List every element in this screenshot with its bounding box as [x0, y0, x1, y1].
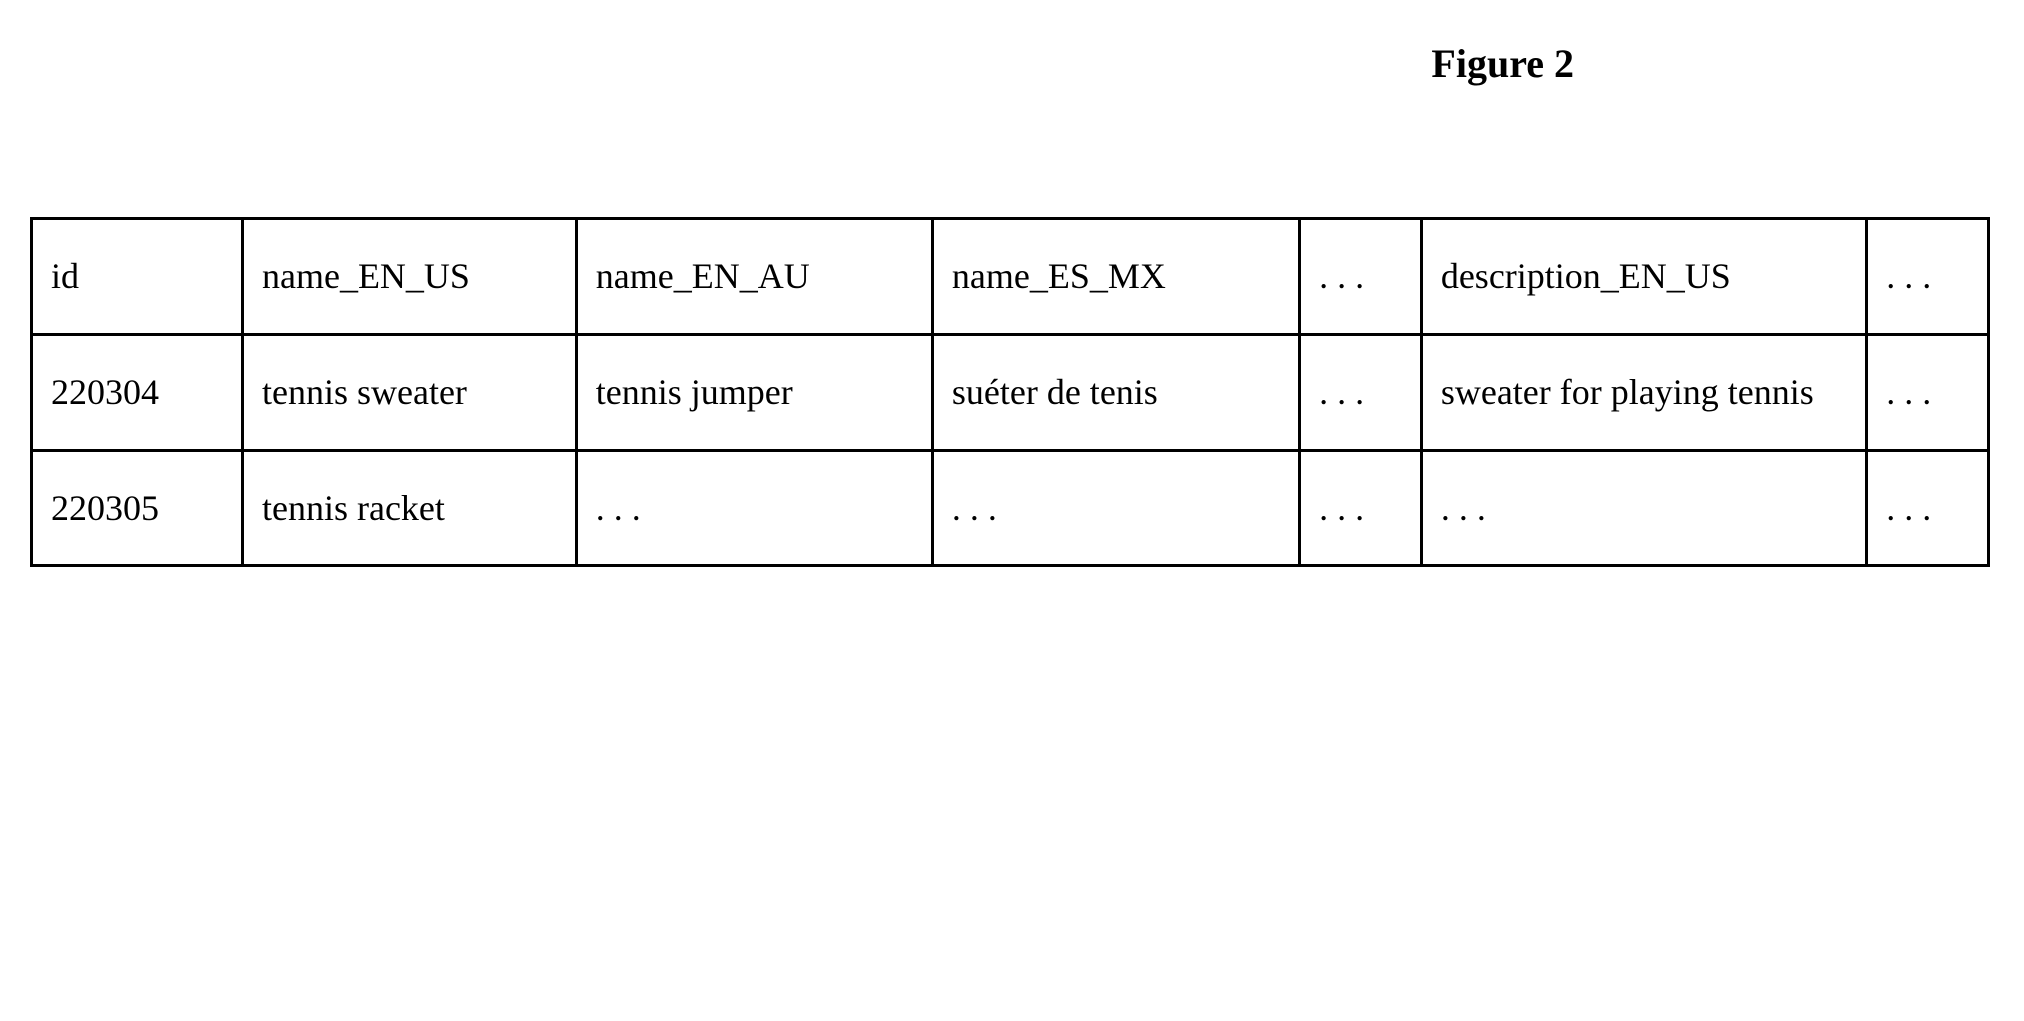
data-cell: . . . [1300, 334, 1422, 450]
header-cell: . . . [1300, 219, 1422, 335]
table-header-row: id name_EN_US name_EN_AU name_ES_MX . . … [32, 219, 1989, 335]
data-cell: . . . [1867, 450, 1989, 566]
data-table: id name_EN_US name_EN_AU name_ES_MX . . … [30, 217, 1990, 567]
figure-title: Figure 2 [30, 40, 1574, 87]
data-cell: . . . [1300, 450, 1422, 566]
header-cell: id [32, 219, 243, 335]
data-cell: tennis racket [242, 450, 576, 566]
header-cell: name_EN_AU [576, 219, 932, 335]
data-cell: . . . [576, 450, 932, 566]
data-cell: tennis jumper [576, 334, 932, 450]
table-row: 220304 tennis sweater tennis jumper suét… [32, 334, 1989, 450]
header-cell: name_ES_MX [932, 219, 1299, 335]
data-cell: tennis sweater [242, 334, 576, 450]
data-cell: . . . [1867, 334, 1989, 450]
data-cell: . . . [932, 450, 1299, 566]
header-cell: description_EN_US [1421, 219, 1866, 335]
data-cell: suéter de tenis [932, 334, 1299, 450]
header-cell: name_EN_US [242, 219, 576, 335]
table-row: 220305 tennis racket . . . . . . . . . .… [32, 450, 1989, 566]
data-cell: 220305 [32, 450, 243, 566]
data-cell: . . . [1421, 450, 1866, 566]
data-cell: sweater for playing tennis [1421, 334, 1866, 450]
header-cell: . . . [1867, 219, 1989, 335]
data-cell: 220304 [32, 334, 243, 450]
